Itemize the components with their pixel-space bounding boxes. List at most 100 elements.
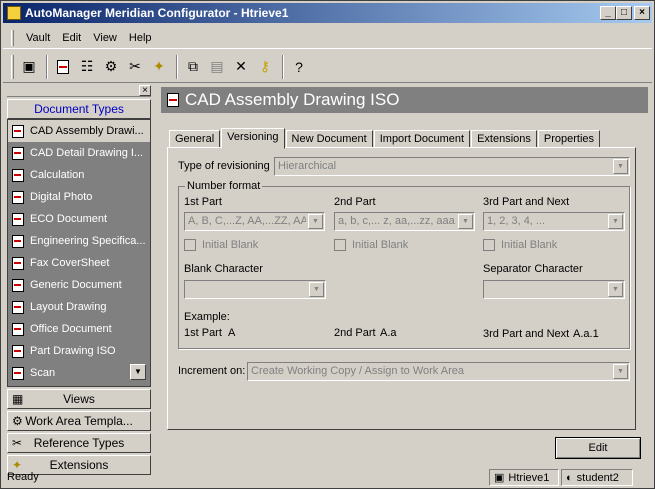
menu-help[interactable]: Help [123,30,158,46]
menu-bar: Vault Edit View Help [3,27,652,49]
tab-extensions[interactable]: Extensions [471,130,537,148]
list-item[interactable]: Layout Drawing [8,296,150,318]
toolbar-grip [11,54,14,79]
document-icon [12,256,24,270]
detail-pane: CAD Assembly Drawing ISO General Version… [161,87,648,465]
menu-view[interactable]: View [87,30,123,46]
status-vault: ▣ Htrieve1 [489,469,559,486]
part3-label: 3rd Part and Next [483,196,570,208]
work-area-templates-button[interactable]: ⚙ Work Area Templa... [7,411,151,431]
close-button[interactable]: × [634,6,650,20]
separator-character-select[interactable]: ▼ [483,280,625,299]
part2-initial-blank-checkbox[interactable] [334,239,346,251]
tab-new-document[interactable]: New Document [285,130,373,148]
example-part1-label: 1st Part [184,327,222,339]
edit-button[interactable]: Edit [555,437,641,459]
navigation-panel: × Document Types CAD Assembly Drawi... C… [7,85,151,475]
list-item[interactable]: Fax CoverSheet [8,252,150,274]
key-icon[interactable]: ⚷ [254,56,276,78]
vault-icon[interactable]: ▣ [18,56,40,78]
example-part3-value: A.a.1 [573,328,599,340]
document-types-button[interactable]: Document Types [7,99,151,119]
paste-icon[interactable]: ▤ [206,56,228,78]
chevron-down-icon: ▼ [613,364,628,379]
document-icon [167,93,179,107]
extension-icon[interactable]: ✦ [148,56,170,78]
part2-label: 2nd Part [334,196,376,208]
document-icon [12,146,24,160]
example-part2-value: A.a [380,327,397,339]
document-icon[interactable] [52,56,74,78]
settings-icon[interactable]: ⚙ [100,56,122,78]
list-item[interactable]: Calculation [8,164,150,186]
example-part2-label: 2nd Part [334,327,376,339]
views-icon: ▦ [12,392,24,406]
document-icon [12,212,24,226]
tab-strip: General Versioning New Document Import D… [169,127,601,149]
tab-general[interactable]: General [169,130,221,148]
separator-character-label: Separator Character [483,263,583,275]
document-icon [12,190,24,204]
window-title: AutoManager Meridian Configurator - Htri… [25,6,289,20]
list-item[interactable]: ECO Document [8,208,150,230]
scroll-down-icon[interactable]: ▼ [130,364,146,380]
example-part1-value: A [228,327,236,339]
maximize-button[interactable]: □ [616,6,632,20]
document-icon [12,366,24,380]
copy-icon[interactable]: ⧉ [182,56,204,78]
vault-icon: ▣ [494,472,505,484]
increment-on-label: Increment on: [178,365,246,377]
tab-versioning[interactable]: Versioning [221,128,285,149]
close-panel-icon[interactable]: × [139,85,151,96]
chevron-down-icon: ▼ [308,214,323,229]
type-of-revisioning-select[interactable]: Hierarchical ▼ [274,157,630,176]
part1-select[interactable]: A, B, C,...Z, AA,...ZZ, AAA ▼ [184,212,325,231]
document-icon [12,124,24,138]
menu-edit[interactable]: Edit [56,30,87,46]
document-icon [12,300,24,314]
list-item[interactable]: Engineering Specifica... [8,230,150,252]
tree-icon[interactable]: ☷ [76,56,98,78]
reference-icon: ✂ [12,436,23,450]
menu-vault[interactable]: Vault [20,30,56,46]
part2-select[interactable]: a, b, c,... z, aa,...zz, aaa,... ▼ [334,212,475,231]
views-button[interactable]: ▦ Views [7,389,151,409]
menubar-grip [11,29,14,46]
blank-character-select[interactable]: ▼ [184,280,326,299]
reference-types-button[interactable]: ✂ Reference Types [7,433,151,453]
part1-initial-blank-checkbox[interactable] [184,239,196,251]
help-icon[interactable]: ? [288,56,310,78]
document-icon [12,322,24,336]
work-area-icon: ⚙ [12,414,23,428]
status-user: ◐ student2 [561,469,633,486]
minimize-button[interactable]: _ [600,6,616,20]
delete-icon[interactable]: ✕ [230,56,252,78]
status-bar: Ready ▣ Htrieve1 ◐ student2 [3,468,652,487]
blank-character-label: Blank Character [184,263,263,275]
part3-initial-blank-checkbox[interactable] [483,239,495,251]
chevron-down-icon: ▼ [458,214,473,229]
tab-properties[interactable]: Properties [537,130,601,148]
part1-initial-blank-label: Initial Blank [202,239,259,251]
list-item[interactable]: Office Document [8,318,150,340]
example-part3-label: 3rd Part and Next [483,328,570,340]
user-icon: ◐ [566,471,573,484]
example-label: Example: [184,311,230,323]
list-item[interactable]: Part Drawing ISO [8,340,150,362]
part3-select[interactable]: 1, 2, 3, 4, ... ▼ [483,212,625,231]
document-type-list: CAD Assembly Drawi... CAD Detail Drawing… [7,119,151,387]
tab-import-document[interactable]: Import Document [373,130,471,148]
list-item[interactable]: CAD Detail Drawing I... [8,142,150,164]
document-icon [12,168,24,182]
list-item[interactable]: Generic Document [8,274,150,296]
list-item[interactable]: Scan [8,362,150,384]
list-item[interactable]: Digital Photo [8,186,150,208]
part3-initial-blank-label: Initial Blank [501,239,558,251]
tools-icon[interactable]: ✂ [124,56,146,78]
title-bar: AutoManager Meridian Configurator - Htri… [3,3,652,23]
versioning-panel: Type of revisioning Hierarchical ▼ Numbe… [167,147,636,430]
page-title: CAD Assembly Drawing ISO [185,90,400,109]
app-window: AutoManager Meridian Configurator - Htri… [0,0,655,489]
list-item[interactable]: CAD Assembly Drawi... [8,120,150,142]
increment-on-select[interactable]: Create Working Copy / Assign to Work Are… [247,362,630,381]
